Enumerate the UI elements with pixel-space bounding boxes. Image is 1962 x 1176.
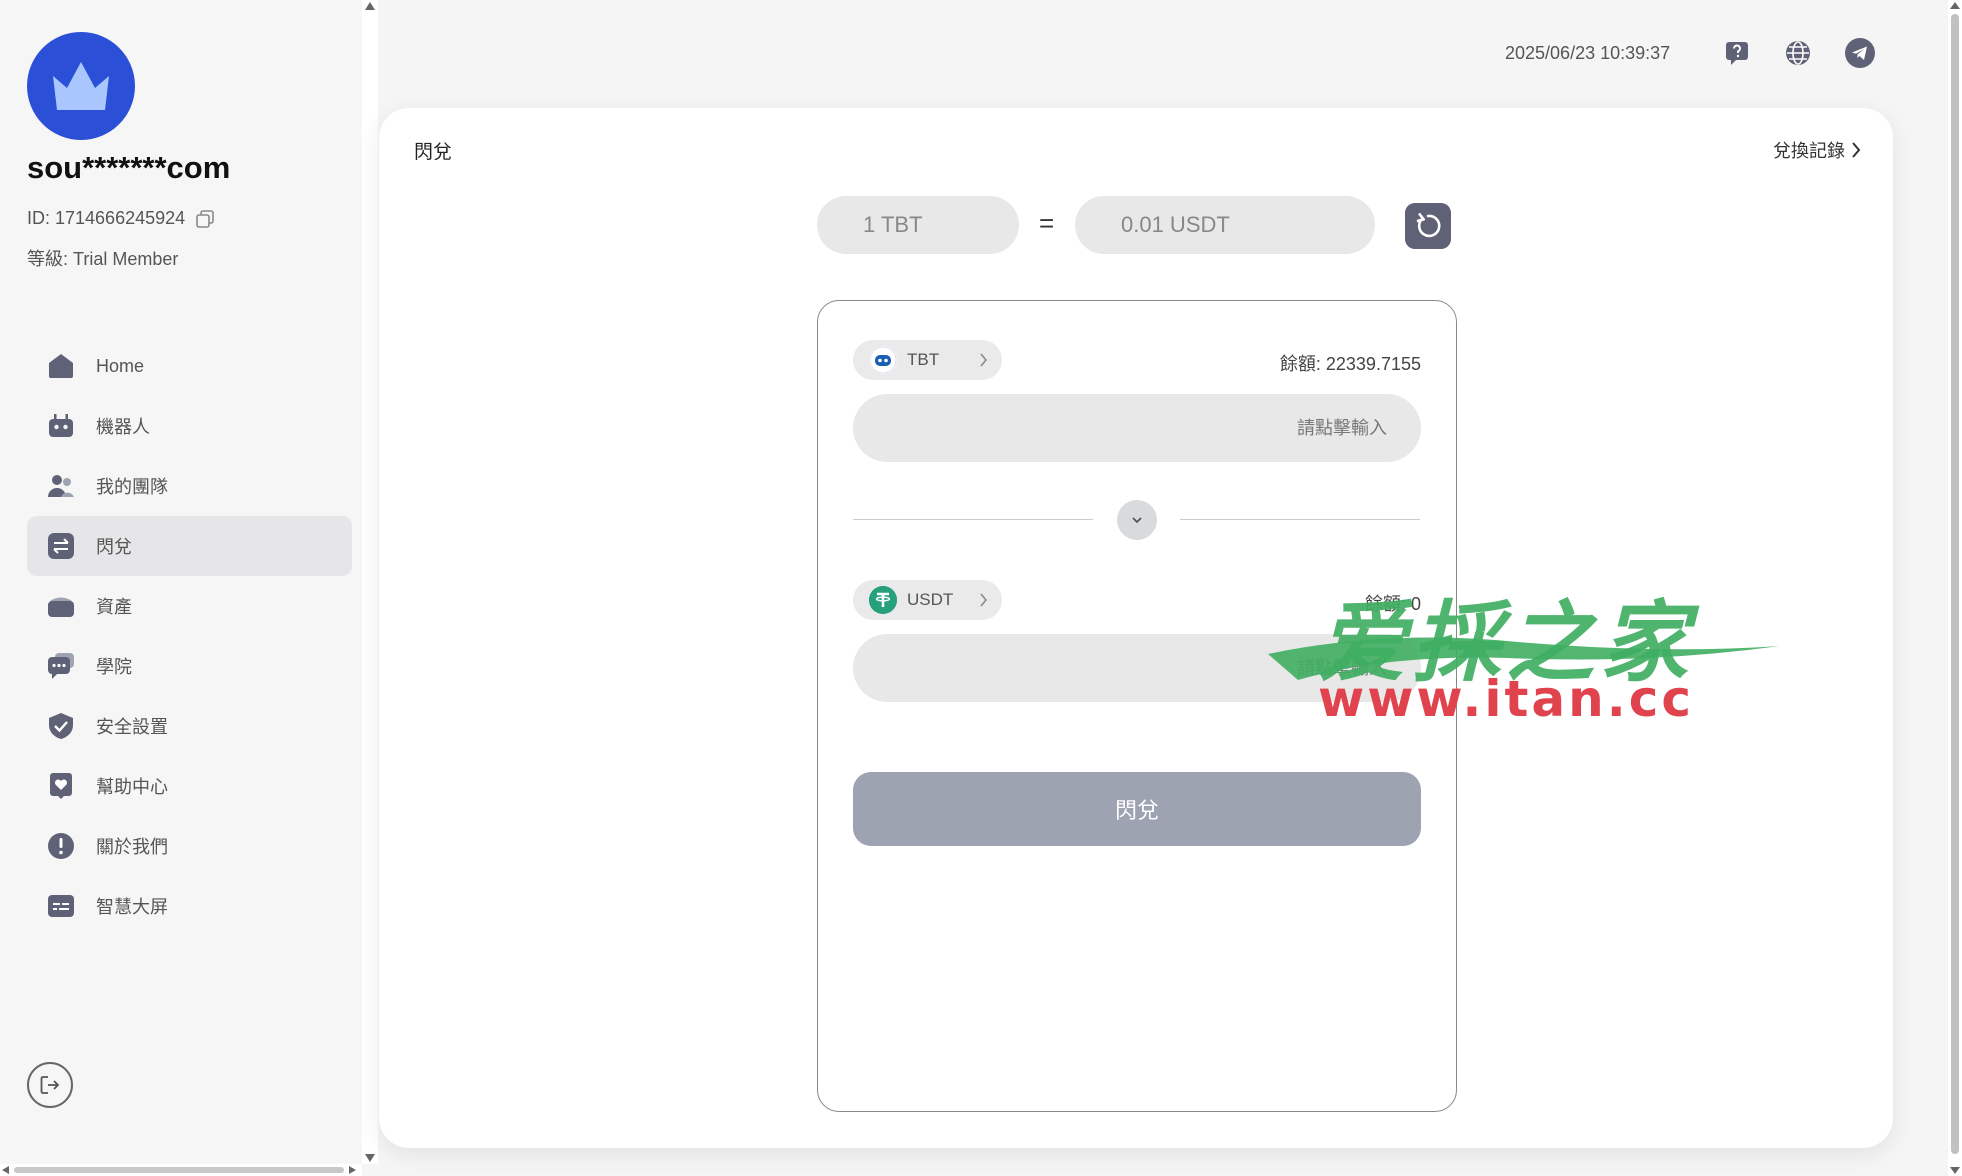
scroll-left-arrow[interactable] bbox=[2, 1166, 9, 1174]
sidebar-item-label: 智慧大屏 bbox=[96, 897, 168, 917]
scroll-down-arrow[interactable] bbox=[365, 1154, 375, 1162]
sidebar-item-label: 機器人 bbox=[96, 417, 150, 437]
from-balance: 餘額: 22339.7155 bbox=[1279, 354, 1421, 374]
scroll-up-arrow[interactable] bbox=[365, 2, 375, 10]
team-icon bbox=[47, 472, 75, 500]
sidebar-item-label: 安全設置 bbox=[96, 717, 168, 737]
scroll-thumb[interactable] bbox=[14, 1167, 344, 1173]
sidebar-item-label: 關於我們 bbox=[96, 837, 168, 857]
to-amount-input[interactable] bbox=[853, 634, 1421, 702]
user-id-row: ID: 1714666245924 bbox=[27, 208, 215, 229]
tbt-token-icon bbox=[869, 346, 897, 374]
wallet-icon bbox=[47, 592, 75, 620]
to-token-name: USDT bbox=[907, 590, 954, 609]
robot-icon bbox=[47, 412, 75, 440]
exchange-card: 閃兌 兌換記錄 1 TBT = 0.01 USDT TBT 餘額: 22339.… bbox=[379, 108, 1893, 1148]
refresh-icon bbox=[1416, 212, 1441, 238]
from-token-name: TBT bbox=[907, 350, 940, 369]
sidebar-item-home[interactable]: Home bbox=[27, 336, 352, 396]
sidebar-item-dashboard[interactable]: 智慧大屏 bbox=[27, 876, 352, 936]
main-scrollbar[interactable] bbox=[1948, 0, 1962, 1176]
scroll-thumb[interactable] bbox=[1951, 14, 1959, 1154]
to-token-select[interactable]: USDT bbox=[853, 580, 1002, 620]
card-title: 閃兌 bbox=[414, 142, 453, 163]
sidebar: sou*******com ID: 1714666245924 等級: Tria… bbox=[0, 0, 362, 1176]
from-amount-input[interactable] bbox=[853, 394, 1421, 462]
user-level: 等級: Trial Member bbox=[27, 249, 179, 269]
sidebar-item-exchange[interactable]: 閃兌 bbox=[27, 516, 352, 576]
copy-icon[interactable] bbox=[195, 209, 215, 229]
scroll-up-arrow[interactable] bbox=[1950, 2, 1960, 9]
rate-to: 0.01 USDT bbox=[1075, 196, 1375, 254]
exchange-submit-button[interactable]: 閃兌 bbox=[853, 772, 1421, 846]
swap-direction-button[interactable] bbox=[1117, 500, 1157, 540]
chevron-down-icon bbox=[1132, 517, 1142, 524]
divider-left bbox=[853, 519, 1093, 520]
rate-equals: = bbox=[1039, 208, 1055, 238]
exchange-history-link[interactable]: 兌換記錄 bbox=[1773, 137, 1861, 163]
home-icon bbox=[47, 352, 75, 380]
sidebar-item-label: Home bbox=[96, 355, 145, 376]
chat-icon bbox=[47, 652, 75, 680]
sidebar-item-about[interactable]: 關於我們 bbox=[27, 816, 352, 876]
heart-icon bbox=[47, 772, 75, 800]
logout-button[interactable] bbox=[27, 1062, 73, 1108]
globe-icon[interactable] bbox=[1783, 38, 1813, 68]
sidebar-item-team[interactable]: 我的團隊 bbox=[27, 456, 352, 516]
sidebar-scrollbar[interactable] bbox=[362, 0, 378, 1164]
sidebar-item-robot[interactable]: 機器人 bbox=[27, 396, 352, 456]
history-label: 兌換記錄 bbox=[1773, 141, 1845, 161]
screen-icon bbox=[47, 892, 75, 920]
avatar[interactable] bbox=[27, 32, 135, 140]
rate-from: 1 TBT bbox=[817, 196, 1019, 254]
chevron-right-icon bbox=[1852, 142, 1861, 158]
sidebar-item-label: 資產 bbox=[96, 597, 132, 617]
exchange-icon bbox=[47, 532, 75, 560]
sidebar-item-security[interactable]: 安全設置 bbox=[27, 696, 352, 756]
logout-icon bbox=[40, 1076, 60, 1094]
to-balance: 餘額: 0 bbox=[1364, 594, 1421, 614]
refresh-rate-button[interactable] bbox=[1405, 203, 1451, 249]
sidebar-nav: Home 機器人 我的團隊 閃兌 資產 學院 安全設置 幫助中心 關於我們 智慧… bbox=[27, 336, 352, 936]
scroll-right-arrow[interactable] bbox=[349, 1166, 356, 1174]
swap-form: TBT 餘額: 22339.7155 USDT 餘額: 0 閃兌 bbox=[817, 300, 1457, 1112]
crown-icon bbox=[53, 62, 109, 110]
from-token-select[interactable]: TBT bbox=[853, 340, 1002, 380]
shield-icon bbox=[47, 712, 75, 740]
username: sou*******com bbox=[27, 150, 231, 185]
usdt-token-icon bbox=[869, 586, 897, 614]
chevron-right-icon bbox=[980, 353, 988, 367]
telegram-icon[interactable] bbox=[1845, 38, 1875, 68]
sidebar-item-label: 我的團隊 bbox=[96, 477, 168, 497]
sidebar-item-label: 閃兌 bbox=[96, 537, 132, 557]
sidebar-horizontal-scrollbar[interactable] bbox=[0, 1164, 362, 1176]
chevron-right-icon bbox=[980, 593, 988, 607]
help-icon[interactable] bbox=[1722, 38, 1752, 68]
scroll-down-arrow[interactable] bbox=[1950, 1167, 1960, 1174]
sidebar-item-assets[interactable]: 資產 bbox=[27, 576, 352, 636]
sidebar-item-help[interactable]: 幫助中心 bbox=[27, 756, 352, 816]
user-id: ID: 1714666245924 bbox=[27, 208, 186, 228]
sidebar-item-label: 幫助中心 bbox=[96, 777, 168, 797]
sidebar-item-label: 學院 bbox=[96, 657, 132, 677]
sidebar-item-academy[interactable]: 學院 bbox=[27, 636, 352, 696]
header-datetime: 2025/06/23 10:39:37 bbox=[1505, 43, 1671, 63]
divider-right bbox=[1180, 519, 1420, 520]
info-icon bbox=[47, 832, 75, 860]
